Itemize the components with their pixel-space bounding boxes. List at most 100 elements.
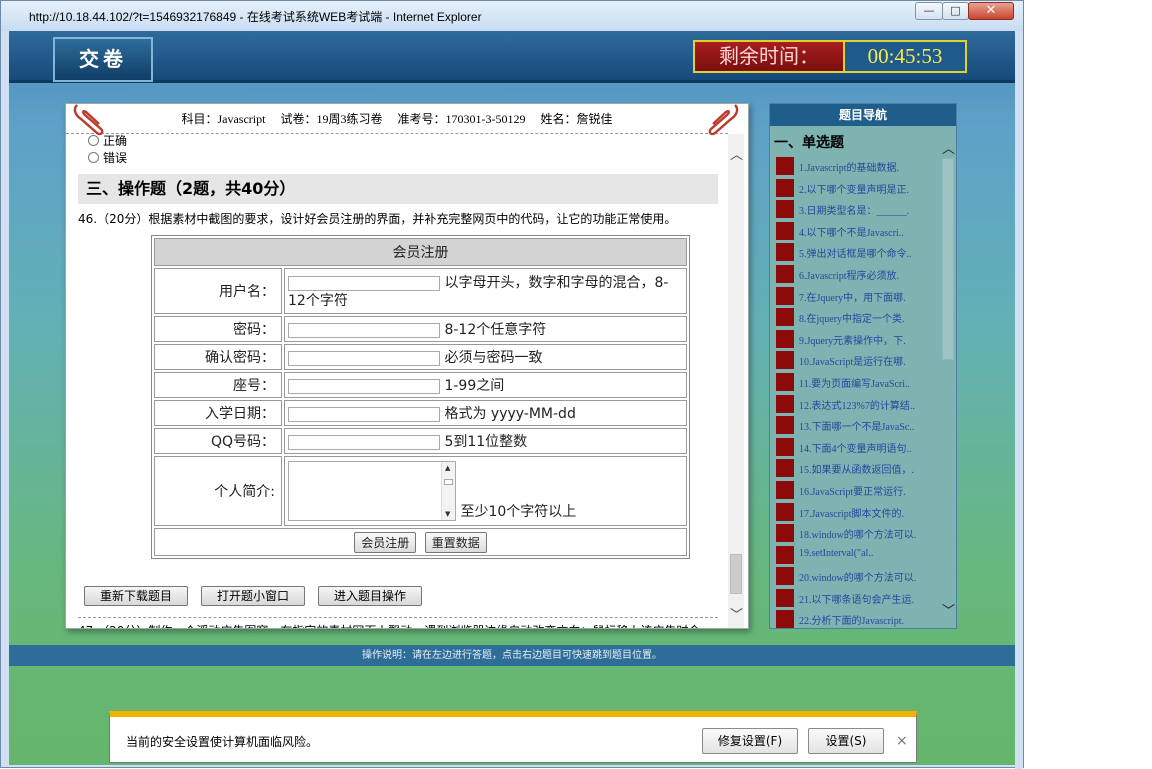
option-label: 正确	[103, 134, 128, 148]
navigator-scroll-thumb[interactable]	[942, 158, 954, 360]
textarea-scrollbar[interactable]: ▲ ▼	[441, 462, 455, 520]
close-window-button[interactable]: ✕	[968, 2, 1014, 20]
navigator-item[interactable]: 18.window的哪个方法可以.	[776, 523, 936, 545]
navigator-item-label: 14.下面4个变量声明语句..	[799, 443, 912, 455]
unanswered-marker	[776, 588, 794, 607]
redownload-button[interactable]: 重新下载题目	[84, 586, 188, 606]
navigator-item[interactable]: 3.日期类型名是：______.	[776, 199, 936, 221]
settings-button[interactable]: 设置(S)	[808, 728, 884, 754]
navigator-item-label: 16.JavaScript要正常运行.	[799, 486, 906, 498]
navigator-item[interactable]: 20.window的哪个方法可以.	[776, 566, 936, 588]
chevron-down-icon[interactable]: ﹀	[730, 604, 743, 623]
navigator-item[interactable]: 14.下面4个变量声明语句..	[776, 437, 936, 459]
intro-hint: 至少10个字符以上	[460, 504, 577, 520]
navigator-item-label: 9.Jquery元素操作中，下.	[799, 335, 906, 347]
question-46-text: 46.（20分）根据素材中截图的要求，设计好会员注册的界面，并补充完整网页中的代…	[78, 212, 677, 226]
navigator-item[interactable]: 8.在jquery中指定一个类.	[776, 307, 936, 329]
exam-paper: 科目：Javascript 试卷：19周3练习卷 准考号：170301-3-50…	[65, 103, 749, 629]
unanswered-marker	[776, 243, 794, 262]
navigator-item[interactable]: 5.弹出对话框是哪个命令..	[776, 242, 936, 264]
chevron-up-icon[interactable]: ︿	[942, 138, 955, 157]
submit-exam-button[interactable]: 交卷	[53, 37, 153, 82]
paper-scroll-thumb[interactable]	[730, 554, 742, 594]
paperclip-icon	[73, 104, 104, 136]
confirm-password-input[interactable]	[288, 350, 440, 366]
enroll-date-input[interactable]	[288, 406, 440, 422]
reset-button[interactable]: 重置数据	[424, 531, 487, 553]
close-icon[interactable]: ×	[896, 733, 908, 749]
intro-textarea[interactable]: ▲ ▼	[288, 461, 456, 521]
qq-input[interactable]	[288, 434, 440, 450]
open-small-window-button[interactable]: 打开题小窗口	[201, 586, 305, 606]
unanswered-marker	[776, 308, 794, 327]
navigator-item-label: 5.弹出对话框是哪个命令..	[799, 249, 912, 261]
maximize-button[interactable]: □	[942, 2, 969, 20]
enter-operation-button[interactable]: 进入题目操作	[318, 586, 422, 606]
fix-settings-button[interactable]: 修复设置(F)	[702, 728, 798, 754]
navigator-item[interactable]: 17.Javascript脚本文件的.	[776, 502, 936, 524]
infobar-message: 当前的安全设置使计算机面临风险。	[126, 735, 319, 749]
title-bar: http://10.18.44.102/?t=1546932176849 - 在…	[1, 1, 1023, 31]
navigator-item[interactable]: 16.JavaScript要正常运行.	[776, 480, 936, 502]
unanswered-marker	[776, 394, 794, 413]
navigator-item[interactable]: 2.以下哪个变量声明是正.	[776, 178, 936, 200]
navigator-item[interactable]: 11.要为页面编写JavaScri..	[776, 372, 936, 394]
exam-header: 交卷 剩余时间： 00:45:53	[9, 31, 1015, 83]
register-button[interactable]: 会员注册	[354, 531, 417, 553]
navigator-item[interactable]: 10.JavaScript是运行在哪.	[776, 350, 936, 372]
unanswered-marker	[776, 545, 794, 564]
password-label: 密码：	[154, 316, 282, 342]
navigator-item[interactable]: 9.Jquery元素操作中，下.	[776, 329, 936, 351]
navigator-list: 1.Javascript的基础数据. 2.以下哪个变量声明是正. 3.日期类型名是：…	[776, 156, 936, 628]
intro-label: 个人简介:	[154, 456, 282, 526]
navigator-item-label: 2.以下哪个变量声明是正.	[799, 184, 909, 196]
enroll-date-hint: 格式为 yyyy-MM-dd	[444, 406, 576, 422]
navigator-item[interactable]: 1.Javascript的基础数据.	[776, 156, 936, 178]
navigator-scrollbar[interactable]: ︿ ﹀	[940, 138, 956, 626]
security-infobar: 当前的安全设置使计算机面临风险。 修复设置(F) 设置(S) ×	[109, 711, 917, 763]
navigator-item[interactable]: 4.以下哪个不是Javascri..	[776, 221, 936, 243]
unanswered-marker	[776, 372, 794, 391]
navigator-item[interactable]: 22.分析下面的Javascript.	[776, 609, 936, 628]
confirm-password-cell: 必须与密码一致	[284, 344, 687, 370]
paperclip-icon	[708, 104, 739, 136]
remaining-time: 剩余时间： 00:45:53	[693, 40, 967, 73]
navigator-item[interactable]: 6.Javascript程序必须放.	[776, 264, 936, 286]
unanswered-marker	[776, 264, 794, 283]
password-cell: 8-12个任意字符	[284, 316, 687, 342]
examinee-name: 姓名：詹锐佳	[540, 112, 613, 126]
navigator-item-label: 1.Javascript的基础数据.	[799, 163, 899, 174]
enroll-date-label: 入学日期：	[154, 400, 282, 426]
password-input[interactable]	[288, 322, 440, 338]
navigator-item-label: 12.表达式123%7的计算结..	[799, 400, 915, 412]
unanswered-marker	[776, 416, 794, 435]
navigator-item[interactable]: 19.setInterval("al..	[776, 545, 936, 567]
chevron-up-icon[interactable]: ︿	[730, 144, 743, 163]
seat-number-input[interactable]	[288, 378, 440, 394]
radio-icon	[88, 152, 99, 163]
scroll-thumb[interactable]	[444, 479, 453, 485]
paper-scrollbar[interactable]: ︿ ﹀	[728, 134, 744, 628]
navigator-item-label: 13.下面哪一个不是JavaSc..	[799, 422, 915, 434]
unanswered-marker	[776, 459, 794, 478]
intro-cell: ▲ ▼ 至少10个字符以上	[284, 456, 687, 526]
qq-label: QQ号码：	[154, 428, 282, 454]
navigator-item-label: 20.window的哪个方法可以.	[799, 573, 917, 585]
username-label: 用户名：	[154, 268, 282, 314]
navigator-item[interactable]: 13.下面哪一个不是JavaSc..	[776, 415, 936, 437]
option-false[interactable]: 错误	[88, 149, 127, 166]
navigator-item-label: 21.以下哪条语句会产生运.	[799, 594, 914, 606]
question-scroll-area[interactable]: 正确 错误 三、操作题（2题，共40分） 46.（20分）根据素材中截图的要求，…	[66, 134, 728, 628]
navigator-item[interactable]: 12.表达式123%7的计算结..	[776, 394, 936, 416]
navigator-item[interactable]: 21.以下哪条语句会产生运.	[776, 588, 936, 610]
navigator-item[interactable]: 7.在Jquery中，用下面哪.	[776, 286, 936, 308]
minimize-button[interactable]: —	[915, 2, 943, 20]
question-47-text: 47.（20分）制作一个浮动广告图窗，在指定的素材网页上飘动，遇到浏览器边缘自动…	[78, 617, 718, 628]
navigator-item-label: 18.window的哪个方法可以.	[799, 530, 917, 542]
username-input[interactable]	[288, 275, 440, 291]
exam-ticket-number: 准考号：170301-3-50129	[397, 112, 526, 126]
chevron-down-icon[interactable]: ﹀	[942, 600, 955, 619]
navigator-item[interactable]: 15.如果要从函数返回值，.	[776, 458, 936, 480]
password-hint: 8-12个任意字符	[444, 322, 547, 338]
username-cell: 以字母开头，数字和字母的混合，8-12个字符	[284, 268, 687, 314]
